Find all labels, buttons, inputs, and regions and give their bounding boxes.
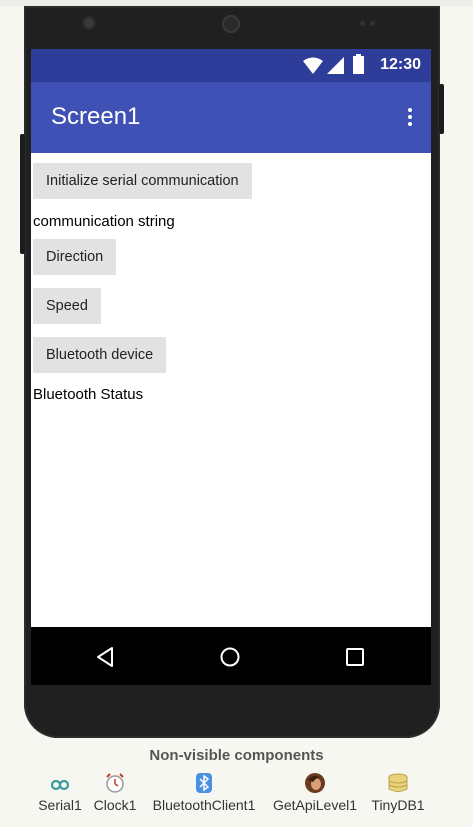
sensor-icon xyxy=(370,21,375,26)
communication-string-label: communication string xyxy=(33,213,175,230)
component-label: BluetoothClient1 xyxy=(152,797,256,813)
status-time: 12:30 xyxy=(380,56,421,73)
phone-chin xyxy=(31,685,431,715)
speaker-icon xyxy=(222,15,240,33)
component-getapilevel1[interactable]: GetApiLevel1 xyxy=(270,772,360,813)
overflow-menu-icon[interactable] xyxy=(407,108,413,128)
battery-icon xyxy=(353,54,364,74)
component-label: Serial1 xyxy=(38,797,82,813)
speed-button[interactable]: Speed xyxy=(33,288,101,324)
component-label: GetApiLevel1 xyxy=(272,797,358,813)
wifi-icon xyxy=(303,57,323,74)
sensor-icon xyxy=(360,21,365,26)
app-title: Screen1 xyxy=(51,103,141,130)
direction-button[interactable]: Direction xyxy=(33,239,117,275)
volume-button xyxy=(20,134,25,254)
component-label: Clock1 xyxy=(93,797,137,813)
clock-icon xyxy=(106,773,124,793)
recents-icon[interactable] xyxy=(346,648,364,666)
component-bluetoothclient1[interactable]: BluetoothClient1 xyxy=(148,772,260,813)
app-bar: Screen1 xyxy=(31,82,431,153)
database-icon xyxy=(388,773,408,792)
status-bar: 12:30 xyxy=(31,49,431,82)
component-tinydb1[interactable]: TinyDB1 xyxy=(368,772,428,813)
home-icon[interactable] xyxy=(220,647,240,667)
arduino-icon xyxy=(50,779,70,791)
power-button xyxy=(439,84,444,134)
component-label: TinyDB1 xyxy=(371,797,425,813)
component-clock1[interactable]: Clock1 xyxy=(92,772,138,813)
initialize-serial-button[interactable]: Initialize serial communication xyxy=(33,163,252,199)
signal-icon xyxy=(327,57,344,74)
bluetooth-device-button[interactable]: Bluetooth device xyxy=(33,337,167,373)
camera-icon xyxy=(84,18,94,28)
avatar-icon xyxy=(305,773,325,793)
device-screen: 12:30 Screen1 Initialize serial communic… xyxy=(31,49,431,627)
component-serial1[interactable]: Serial1 xyxy=(34,772,86,813)
bluetooth-icon xyxy=(196,773,212,793)
nav-bar xyxy=(31,627,431,685)
non-visible-components-title: Non-visible components xyxy=(149,747,324,764)
bluetooth-status-label: Bluetooth Status xyxy=(33,386,144,403)
back-icon[interactable] xyxy=(95,646,115,668)
